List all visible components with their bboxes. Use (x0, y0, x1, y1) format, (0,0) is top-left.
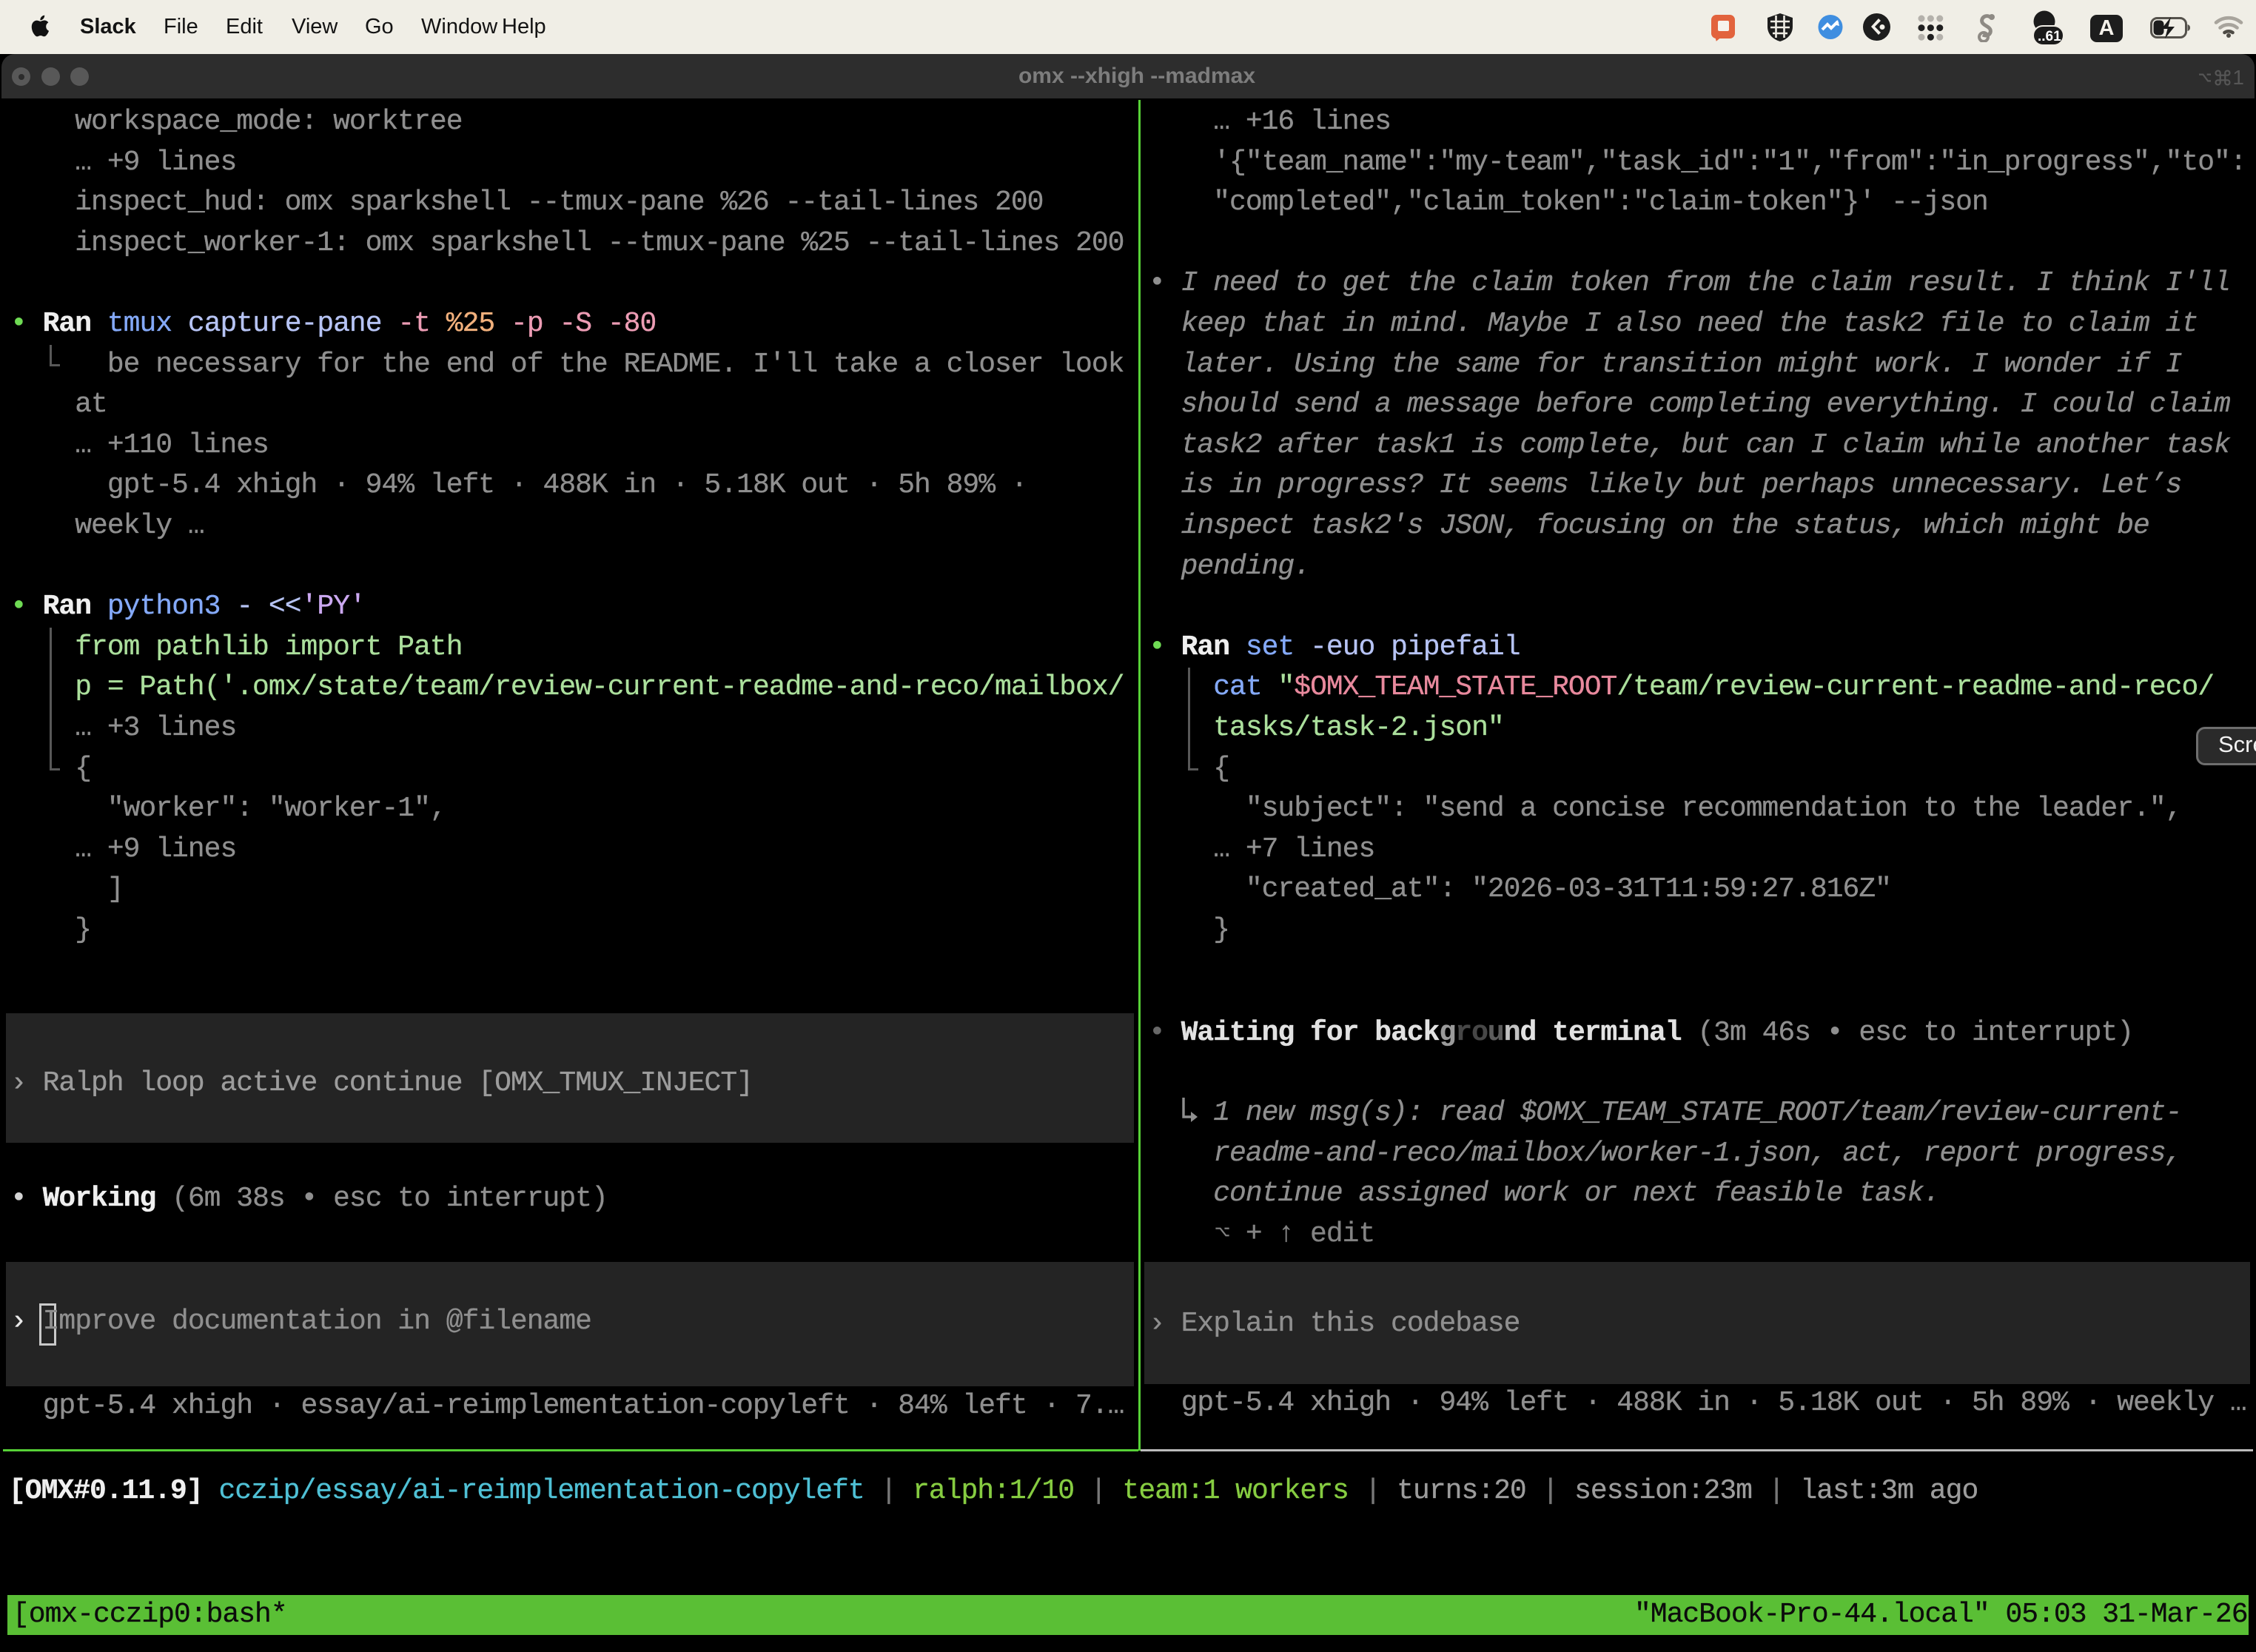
svg-text:..61: ..61 (2038, 29, 2061, 44)
